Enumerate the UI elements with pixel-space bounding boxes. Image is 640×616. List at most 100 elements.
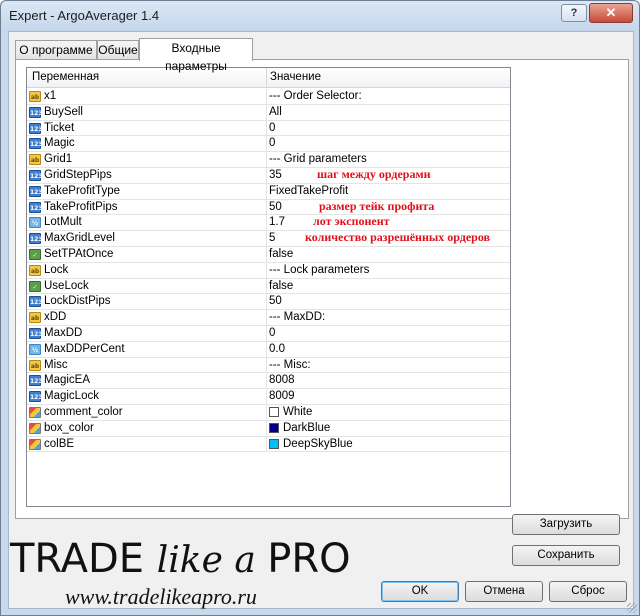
parameter-name: TakeProfitType (44, 184, 121, 197)
parameter-value[interactable]: --- Order Selector: (269, 90, 362, 102)
parameter-name: box_color (44, 421, 94, 434)
parameter-value[interactable]: --- Misc: (269, 359, 311, 371)
cell-separator (266, 215, 267, 231)
cell-separator (266, 373, 267, 389)
parameter-row-Misc[interactable]: ab Misc --- Misc: (27, 357, 510, 374)
parameter-value[interactable]: FixedTakeProfit (269, 185, 348, 197)
parameter-value[interactable]: --- Lock parameters (269, 264, 369, 276)
parameter-row-box_color[interactable]: box_color DarkBlue (27, 420, 510, 437)
parameter-row-MaxGridLevel[interactable]: 123 MaxGridLevel 5 количество разрешённых о… (27, 230, 510, 247)
parameter-value[interactable]: 0 (269, 327, 275, 339)
parameter-rows: ab x1 --- Order Selector: 123 BuySell All 123 T… (27, 89, 510, 453)
parameter-value[interactable]: 8008 (269, 374, 295, 386)
watermark-title-main: TRADE (10, 536, 157, 582)
column-header-value[interactable]: Значение (270, 71, 321, 83)
parameter-name: colBE (44, 437, 75, 450)
parameter-value[interactable]: 8009 (269, 390, 295, 402)
cell-separator (266, 389, 267, 405)
parameter-value[interactable]: false (269, 280, 293, 292)
parameter-row-x1[interactable]: ab x1 --- Order Selector: (27, 89, 510, 105)
integer-type-icon: 123 (29, 391, 43, 403)
parameter-value[interactable]: 0 (269, 122, 275, 134)
integer-type-icon: 123 (29, 138, 43, 150)
parameter-row-Lock[interactable]: ab Lock --- Lock parameters (27, 262, 510, 279)
string-type-icon: ab (29, 91, 41, 102)
watermark-logo: TRADE like a PRO (10, 536, 351, 582)
parameter-row-comment_color[interactable]: comment_color White (27, 404, 510, 421)
ok-button[interactable]: OK (381, 581, 459, 602)
close-button[interactable]: ✕ (589, 3, 633, 23)
column-separator[interactable] (266, 68, 267, 88)
parameter-row-MagicEA[interactable]: 123 MagicEA 8008 (27, 373, 510, 390)
load-button[interactable]: Загрузить (512, 514, 620, 535)
annotation-note: лот экспонент (313, 214, 390, 229)
cell-separator (266, 310, 267, 326)
cell-separator (266, 262, 267, 278)
integer-type-icon: 123 (29, 375, 43, 387)
cell-separator (266, 325, 267, 341)
parameter-row-BuySell[interactable]: 123 BuySell All (27, 104, 510, 121)
watermark-url: www.tradelikeapro.ru (65, 584, 257, 609)
cell-separator (266, 420, 267, 436)
cell-separator (266, 246, 267, 262)
save-button[interactable]: Сохранить (512, 545, 620, 566)
tab-about[interactable]: О программе (15, 40, 97, 60)
cell-separator (266, 152, 267, 168)
parameter-name: Misc (44, 358, 68, 371)
column-header-variable[interactable]: Переменная (32, 71, 99, 83)
parameter-row-SetTPAtOnce[interactable]: ✓ SetTPAtOnce false (27, 246, 510, 263)
parameter-row-GridStepPips[interactable]: 123 GridStepPips 35 шаг между ордерами (27, 166, 510, 184)
help-button[interactable]: ? (561, 4, 587, 22)
parameter-name: TakeProfitPips (44, 200, 118, 213)
parameter-value[interactable]: 0.0 (269, 343, 285, 355)
integer-type-icon: 123 (29, 233, 43, 245)
parameter-name: Ticket (44, 121, 75, 134)
dialog-client-area: О программе Общие Входные параметры Пере… (8, 31, 634, 609)
expert-properties-window: Expert - ArgoAverager 1.4 ? ✕ О программ… (0, 0, 640, 616)
parameter-value[interactable]: DarkBlue (283, 422, 330, 434)
input-parameters-panel: Переменная Значение ab x1 --- Order Select… (15, 59, 629, 566)
string-type-icon: ab (29, 312, 41, 324)
tab-input-parameters[interactable]: Входные параметры (139, 38, 253, 73)
parameters-grid[interactable]: Переменная Значение ab x1 --- Order Select… (26, 67, 511, 507)
parameter-row-xDD[interactable]: ab xDD --- MaxDD: (27, 310, 510, 326)
parameter-value[interactable]: 0 (269, 137, 275, 149)
parameter-row-LockDistPips[interactable]: 123 LockDistPips 50 (27, 294, 510, 311)
parameter-value[interactable]: 35 (269, 169, 282, 181)
cancel-button[interactable]: Отмена (465, 581, 543, 602)
parameter-value[interactable]: 1.7 (269, 216, 285, 228)
color-swatch (269, 438, 279, 449)
parameter-row-Magic[interactable]: 123 Magic 0 (27, 136, 510, 153)
parameter-row-Ticket[interactable]: 123 Ticket 0 (27, 120, 510, 137)
parameter-name: MagicEA (44, 374, 91, 387)
parameter-row-LotMult[interactable]: ½ LotMult 1.7 лот экспонент (27, 214, 510, 232)
parameter-value[interactable]: White (283, 406, 312, 418)
parameter-value[interactable]: 5 (269, 232, 275, 244)
parameter-row-UseLock[interactable]: ✓ UseLock false (27, 278, 510, 295)
parameter-name: UseLock (44, 279, 89, 292)
parameter-name: MaxGridLevel (44, 232, 115, 245)
parameter-value[interactable]: DeepSkyBlue (283, 438, 353, 450)
resize-grip[interactable] (627, 603, 637, 613)
parameter-value[interactable]: false (269, 248, 293, 260)
parameter-value[interactable]: --- Grid parameters (269, 153, 367, 165)
parameter-row-MagicLock[interactable]: 123 MagicLock 8009 (27, 389, 510, 405)
parameter-name: MagicLock (44, 390, 99, 403)
title-bar[interactable]: Expert - ArgoAverager 1.4 ? ✕ (1, 1, 639, 31)
parameter-row-TakeProfitType[interactable]: 123 TakeProfitType FixedTakeProfit (27, 183, 510, 200)
parameter-value[interactable]: --- MaxDD: (269, 311, 325, 323)
tab-common[interactable]: Общие (97, 40, 139, 60)
parameter-row-Grid1[interactable]: ab Grid1 --- Grid parameters (27, 152, 510, 168)
parameter-name: Lock (44, 263, 69, 276)
reset-button[interactable]: Сброс (549, 581, 627, 602)
parameter-value[interactable]: 50 (269, 295, 282, 307)
parameter-row-colBE[interactable]: colBE DeepSkyBlue (27, 436, 510, 453)
parameter-row-MaxDD[interactable]: 123 MaxDD 0 (27, 325, 510, 342)
integer-type-icon: 123 (29, 122, 43, 134)
parameter-value[interactable]: 50 (269, 201, 282, 213)
parameter-row-MaxDDPerCent[interactable]: ½ MaxDDPerCent 0.0 (27, 341, 510, 358)
annotation-note: шаг между ордерами (317, 166, 431, 181)
boolean-type-icon: ✓ (29, 280, 41, 292)
parameter-row-TakeProfitPips[interactable]: 123 TakeProfitPips 50 размер тейк профита (27, 199, 510, 216)
parameter-value[interactable]: All (269, 106, 282, 118)
